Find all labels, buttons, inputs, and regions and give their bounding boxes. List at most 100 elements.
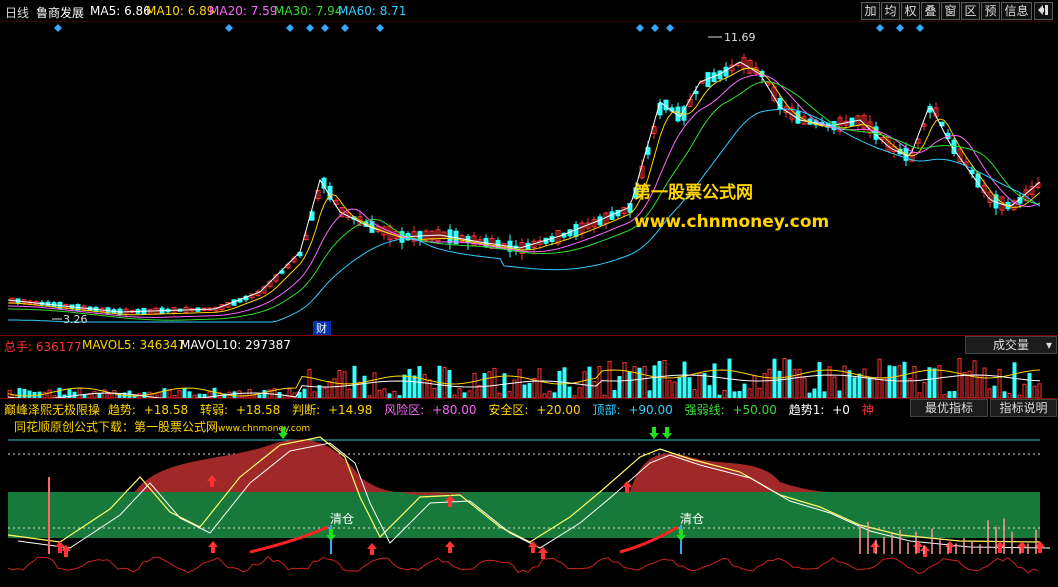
volume-bar [932, 368, 937, 398]
volume-bar [962, 372, 967, 398]
volume-bar [852, 377, 857, 398]
volume-bar [982, 367, 987, 398]
volume-bar [492, 367, 497, 398]
toolbar-average-button[interactable]: 均 [881, 2, 900, 20]
volume-bar [817, 362, 822, 398]
volume-bar [337, 369, 342, 398]
toolbar-info-button[interactable]: 信息 [1001, 2, 1032, 20]
indicator-header: 巅峰泽熙无极限操 趋势: +18.58 转弱: +18.58 判断: +14.9… [0, 399, 1058, 417]
candle [681, 106, 687, 121]
volume-bar [627, 371, 632, 398]
watermark-url: www.chnmoney.com [634, 212, 830, 232]
indicator-help-button[interactable]: 指标说明 [990, 399, 1057, 417]
volume-bar [777, 370, 782, 398]
risk-area [135, 439, 400, 492]
toolbar-overlay-button[interactable]: 叠 [921, 2, 940, 20]
buy-arrow-icon [913, 541, 923, 553]
moving-average-line [7, 67, 1041, 316]
high-price-label: 11.69 [724, 31, 756, 44]
volume-bar [342, 371, 347, 398]
volume-bar [647, 390, 652, 398]
judge-line [7, 555, 1039, 574]
volume-bar [567, 386, 572, 398]
exit-icon[interactable] [1034, 2, 1053, 20]
volume-bar [177, 390, 182, 398]
moving-average-line [8, 81, 1041, 321]
volume-bar [792, 368, 797, 398]
volume-bar [612, 390, 617, 398]
ma60-legend: MA60: 8.71 [338, 4, 407, 18]
indicator-chart[interactable]: 清仓 清仓 [0, 417, 1058, 587]
indicator-name: 巅峰泽熙无极限操 [4, 403, 101, 417]
volume-bar [617, 376, 622, 398]
buy-arrow-icon [367, 543, 377, 555]
volume-bar [17, 388, 22, 398]
volume-bar [667, 380, 672, 398]
volume-bar [632, 366, 637, 398]
volume-bar [782, 358, 787, 398]
volume-chart[interactable] [0, 354, 1058, 398]
best-indicator-button[interactable]: 最优指标 [910, 399, 988, 417]
volume-bar [347, 388, 352, 398]
toolbar-add-button[interactable]: 加 [861, 2, 880, 20]
volume-bar [747, 388, 752, 398]
toolbar-window-button[interactable]: 窗 [941, 2, 960, 20]
candle [657, 102, 663, 116]
volume-bar [527, 382, 532, 398]
volume-bar [477, 384, 482, 398]
volume-bar [322, 387, 327, 398]
toolbar-rights-button[interactable]: 权 [901, 2, 920, 20]
volume-bar [457, 388, 462, 398]
volume-bar [977, 374, 982, 398]
volume-bar [307, 369, 312, 398]
ma10-legend: MA10: 6.89 [146, 4, 215, 18]
volume-bar [972, 360, 977, 398]
volume-bar [877, 358, 882, 398]
toolbar-range-button[interactable]: 区 [961, 2, 980, 20]
buy-arrow-icon [1017, 541, 1027, 553]
volume-bar [467, 390, 472, 398]
finance-tag: 财 [316, 321, 327, 335]
volume-bar [1037, 383, 1042, 398]
moving-average-line [7, 61, 1041, 313]
volume-bar [27, 390, 32, 398]
volume-bar [892, 366, 897, 398]
volume-bar [677, 376, 682, 398]
volume-bar [1032, 385, 1037, 398]
volume-bar [327, 381, 332, 398]
volume-bar [47, 389, 52, 398]
volume-header: 总手: 636177 MAVOL5: 346347 MAVOL10: 29738… [0, 336, 1058, 354]
volume-bar [692, 389, 697, 398]
volume-bar [262, 389, 267, 398]
volume-bar [402, 374, 407, 398]
buy-arrow-icon [870, 541, 880, 553]
volume-bar [302, 388, 307, 398]
toolbar-forecast-button[interactable]: 预 [981, 2, 1000, 20]
volume-bar [862, 368, 867, 398]
volume-bar [832, 376, 837, 398]
volume-bar [672, 381, 677, 398]
volume-bar [987, 388, 992, 398]
volume-bar [167, 389, 172, 398]
buy-arrow-icon [538, 547, 548, 559]
signal-diamond [225, 24, 233, 32]
volume-bar [607, 360, 612, 398]
volume-bar [587, 366, 592, 398]
volume-bar [182, 388, 187, 398]
volume-bar [427, 379, 432, 398]
signal-diamond [321, 24, 329, 32]
volume-bar [707, 385, 712, 398]
volume-indicator-dropdown[interactable]: 成交量 ▾ [965, 336, 1057, 354]
volume-bar [22, 388, 27, 398]
volume-bar [652, 365, 657, 398]
sell-label: 清仓 [680, 512, 704, 526]
price-chart[interactable]: 11.69 3.26 财 [0, 22, 1058, 336]
volume-bar [392, 390, 397, 398]
volume-bar [432, 387, 437, 398]
volume-bar [502, 373, 507, 398]
volume-bar [317, 385, 322, 398]
period-label[interactable]: 日线 [5, 4, 29, 21]
volume-bar [767, 368, 772, 398]
volume-bar [897, 365, 902, 398]
volume-bar [662, 360, 667, 398]
